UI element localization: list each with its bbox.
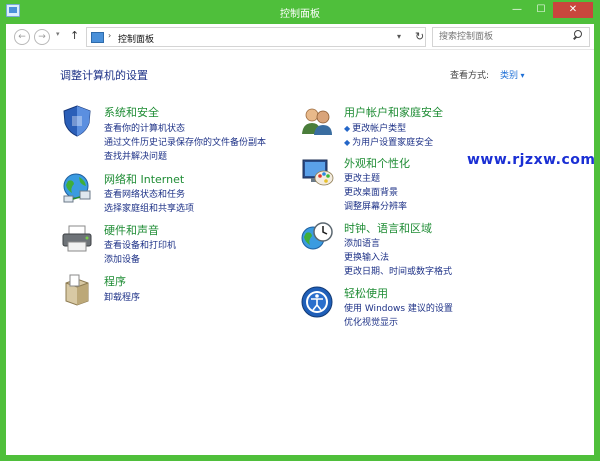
- link-troubleshoot[interactable]: 查找并解决问题: [104, 149, 167, 162]
- link-homegroup-sharing[interactable]: 选择家庭组和共享选项: [104, 201, 194, 214]
- link-view-computer-status[interactable]: 查看你的计算机状态: [104, 121, 185, 134]
- ease-of-access-icon[interactable]: [300, 285, 334, 319]
- link-change-theme[interactable]: 更改主题: [344, 171, 380, 184]
- back-button[interactable]: ←: [14, 29, 30, 45]
- up-button[interactable]: ↑: [70, 29, 79, 42]
- page-heading: 调整计算机的设置: [60, 69, 148, 82]
- category-title[interactable]: 用户帐户和家庭安全: [344, 104, 443, 120]
- clock-globe-icon[interactable]: [300, 220, 334, 254]
- printer-icon[interactable]: [60, 222, 94, 256]
- link-add-language[interactable]: 添加语言: [344, 236, 380, 249]
- shield-icon[interactable]: [60, 104, 94, 138]
- category-title[interactable]: 时钟、语言和区域: [344, 220, 432, 236]
- category-title[interactable]: 轻松使用: [344, 285, 388, 301]
- breadcrumb-control-panel[interactable]: 控制面板: [118, 32, 154, 45]
- title-bar[interactable]: 控制面板 — ☐ ✕: [0, 0, 600, 22]
- control-panel-icon: [91, 32, 104, 43]
- users-icon[interactable]: [300, 104, 334, 138]
- navigation-bar: ← → ▾ ↑ › 控制面板 ▾ ↻: [6, 24, 594, 50]
- maximize-button[interactable]: ☐: [530, 2, 552, 18]
- search-icon[interactable]: [572, 30, 582, 40]
- breadcrumb-separator[interactable]: ›: [108, 31, 111, 40]
- view-by-label: 查看方式:: [450, 71, 490, 81]
- address-bar[interactable]: › 控制面板 ▾ ↻: [86, 27, 426, 47]
- minimize-button[interactable]: —: [506, 2, 528, 18]
- recent-locations-dropdown[interactable]: ▾: [56, 30, 60, 38]
- link-optimize-visual-display[interactable]: 优化视觉显示: [344, 315, 398, 328]
- forward-button[interactable]: →: [34, 29, 50, 45]
- network-globe-icon[interactable]: [60, 171, 94, 205]
- link-network-status[interactable]: 查看网络状态和任务: [104, 187, 185, 200]
- view-mode-dropdown[interactable]: 类别: [500, 68, 525, 81]
- monitor-palette-icon[interactable]: [300, 155, 334, 189]
- link-file-history-backup[interactable]: 通过文件历史记录保存你的文件备份副本: [104, 135, 266, 148]
- main-content: 调整计算机的设置 查看方式: 类别 系统和安全 查看你的计算机状态 通过文件历史…: [6, 50, 594, 455]
- category-title[interactable]: 系统和安全: [104, 104, 159, 120]
- refresh-button[interactable]: ↻: [415, 30, 424, 43]
- link-adjust-resolution[interactable]: 调整屏幕分辨率: [344, 199, 407, 212]
- link-date-time-number-format[interactable]: 更改日期、时间或数字格式: [344, 264, 452, 277]
- programs-box-icon[interactable]: [60, 273, 94, 307]
- link-change-input-method[interactable]: 更换输入法: [344, 250, 389, 263]
- link-family-safety[interactable]: 为用户设置家庭安全: [344, 135, 433, 148]
- link-add-device[interactable]: 添加设备: [104, 252, 140, 265]
- category-title[interactable]: 硬件和声音: [104, 222, 159, 238]
- link-uninstall-program[interactable]: 卸载程序: [104, 290, 140, 303]
- category-title[interactable]: 外观和个性化: [344, 155, 410, 171]
- link-windows-recommended-settings[interactable]: 使用 Windows 建议的设置: [344, 301, 453, 314]
- link-change-account-type[interactable]: 更改帐户类型: [344, 121, 406, 134]
- address-dropdown-icon[interactable]: ▾: [397, 32, 401, 41]
- link-devices-printers[interactable]: 查看设备和打印机: [104, 238, 176, 251]
- link-change-desktop-background[interactable]: 更改桌面背景: [344, 185, 398, 198]
- close-button[interactable]: ✕: [553, 2, 593, 18]
- control-panel-window: 控制面板 — ☐ ✕ ← → ▾ ↑ › 控制面板 ▾ ↻ 调整计算机的设置 查…: [0, 0, 600, 461]
- site-watermark: www.rjzxw.com: [467, 152, 596, 168]
- search-input[interactable]: [432, 27, 590, 47]
- category-title[interactable]: 程序: [104, 273, 126, 289]
- category-title[interactable]: 网络和 Internet: [104, 171, 184, 187]
